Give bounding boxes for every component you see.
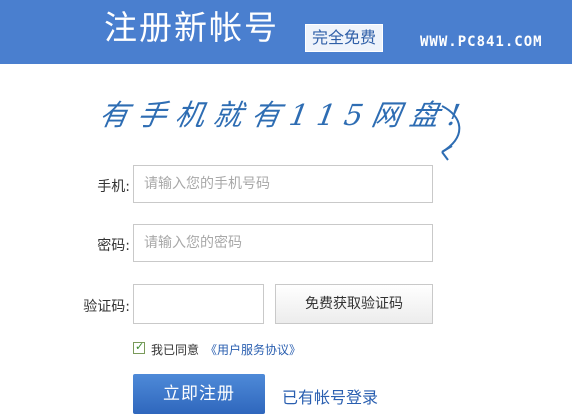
register-button[interactable]: 立即注册 [133, 374, 265, 414]
password-label: 密码: [97, 238, 130, 254]
agreement-link[interactable]: 《用户服务协议》 [205, 341, 301, 358]
slogan-area: 有手机就有115网盘! [90, 88, 490, 168]
get-code-button[interactable]: 免费获取验证码 [275, 284, 433, 324]
agreement-checkbox[interactable]: ✓ [133, 340, 145, 354]
free-badge: 完全免费 [305, 24, 384, 52]
phone-input[interactable]: 请输入您的手机号码 [133, 165, 433, 203]
page-title: 注册新帐号 [104, 8, 279, 47]
header-bar: 注册新帐号 完全免费 WWW.PC841.COM [0, 0, 572, 64]
agreement-text: 我已同意 [151, 343, 200, 357]
curved-arrow-icon [441, 105, 461, 161]
check-icon: ✓ [135, 340, 145, 353]
captcha-label: 验证码: [83, 299, 130, 315]
captcha-input[interactable] [133, 284, 264, 324]
login-link[interactable]: 已有帐号登录 [282, 384, 378, 408]
phone-label: 手机: [97, 179, 130, 195]
site-watermark: WWW.PC841.COM [420, 34, 543, 50]
password-input[interactable]: 请输入您的密码 [133, 224, 433, 262]
